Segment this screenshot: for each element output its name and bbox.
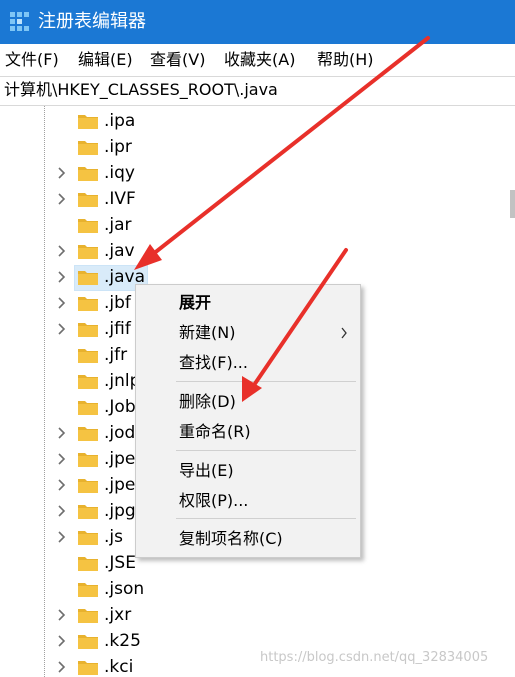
context-menu-separator: [176, 450, 356, 451]
tree-item[interactable]: .jar: [0, 212, 515, 238]
tree-item-label: .jod: [104, 423, 136, 443]
menu-bar: 文件(F) 编辑(E) 查看(V) 收藏夹(A) 帮助(H): [0, 44, 515, 76]
context-menu-separator: [176, 518, 356, 519]
folder-icon: [78, 193, 98, 207]
tree-item-label: .jfif: [104, 319, 131, 339]
folder-icon: [78, 323, 98, 337]
chevron-right-icon[interactable]: [56, 426, 68, 440]
menu-view[interactable]: 查看(V): [150, 50, 205, 70]
folder-icon: [78, 479, 98, 493]
tree-item-label: .json: [104, 579, 145, 599]
tree-item-label: .jbf: [104, 293, 131, 313]
chevron-right-icon[interactable]: [56, 634, 68, 648]
tree-item-label: .Job: [104, 397, 136, 417]
tree-item-label: .jfr: [104, 345, 128, 365]
tree-item-label: .jar: [104, 215, 132, 235]
watermark: https://blog.csdn.net/qq_32834005: [260, 650, 489, 665]
context-menu: 展开新建(N) 查找(F)... 删除(D) 重命名(R) 导出(E) 权限(P)... 复…: [135, 284, 361, 558]
folder-icon: [78, 245, 98, 259]
tree-item[interactable]: .iqy: [0, 160, 515, 186]
folder-icon: [78, 427, 98, 441]
context-menu-item[interactable]: 删除(D): [136, 388, 360, 416]
folder-icon: [78, 401, 98, 415]
tree-item[interactable]: .json: [0, 576, 515, 602]
chevron-right-icon[interactable]: [56, 530, 68, 544]
context-menu-item-label: 删除(D): [179, 392, 236, 411]
chevron-right-icon: [341, 327, 347, 339]
tree-item[interactable]: .jav: [0, 238, 515, 264]
tree-item-label: .jpe: [104, 449, 136, 469]
tree-item[interactable]: .ipa: [0, 108, 515, 134]
tree-item[interactable]: .ipr: [0, 134, 515, 160]
folder-icon: [78, 167, 98, 181]
folder-icon: [78, 375, 98, 389]
chevron-right-icon[interactable]: [56, 270, 68, 284]
context-menu-item-label: 新建(N): [179, 323, 236, 342]
context-menu-item[interactable]: 查找(F)...: [136, 349, 360, 377]
folder-icon: [78, 609, 98, 623]
tree-item-label: .jxr: [104, 605, 132, 625]
tree-item-label: .jav: [104, 241, 135, 261]
context-menu-separator: [176, 381, 356, 382]
folder-icon: [78, 115, 98, 129]
context-menu-item-label: 展开: [179, 293, 212, 312]
address-path[interactable]: 计算机\HKEY_CLASSES_ROOT\.java: [4, 80, 278, 100]
title-bar: 注册表编辑器: [0, 0, 515, 44]
tree-item-label: .k25: [104, 631, 141, 651]
folder-icon: [78, 141, 98, 155]
chevron-right-icon[interactable]: [56, 452, 68, 466]
folder-icon: [78, 505, 98, 519]
context-menu-item-label: 权限(P)...: [179, 491, 249, 510]
chevron-right-icon[interactable]: [56, 660, 68, 674]
tree-item-label: .JSE: [104, 553, 136, 573]
folder-icon: [78, 583, 98, 597]
tree-item-label: .IVF: [104, 189, 136, 209]
folder-icon: [78, 531, 98, 545]
chevron-right-icon[interactable]: [56, 478, 68, 492]
folder-icon: [78, 271, 98, 285]
tree-item-label: .js: [104, 527, 123, 547]
context-menu-item[interactable]: 权限(P)...: [136, 487, 360, 515]
context-menu-item[interactable]: 新建(N): [136, 319, 360, 347]
context-menu-item[interactable]: 展开: [136, 289, 360, 317]
chevron-right-icon[interactable]: [56, 192, 68, 206]
tree-item-label: .ipa: [104, 111, 136, 131]
tree-item[interactable]: .IVF: [0, 186, 515, 212]
menu-favorites[interactable]: 收藏夹(A): [224, 50, 295, 70]
folder-icon: [78, 349, 98, 363]
context-menu-item[interactable]: 复制项名称(C): [136, 525, 360, 553]
context-menu-item[interactable]: 导出(E): [136, 457, 360, 485]
folder-icon: [78, 219, 98, 233]
folder-icon: [78, 297, 98, 311]
chevron-right-icon[interactable]: [56, 296, 68, 310]
chevron-right-icon[interactable]: [56, 504, 68, 518]
folder-icon: [78, 453, 98, 467]
tree-item-label: .kci: [104, 657, 134, 677]
scrollbar-thumb[interactable]: [510, 190, 515, 218]
tree-item[interactable]: .jxr: [0, 602, 515, 628]
chevron-right-icon[interactable]: [56, 608, 68, 622]
context-menu-item-label: 导出(E): [179, 461, 234, 480]
tree-item-label: .ipr: [104, 137, 132, 157]
context-menu-item-label: 重命名(R): [179, 422, 251, 441]
folder-icon: [78, 557, 98, 571]
chevron-right-icon[interactable]: [56, 244, 68, 258]
folder-icon: [78, 635, 98, 649]
tree-item-label: .jpg: [104, 501, 136, 521]
context-menu-item-label: 查找(F)...: [179, 353, 248, 372]
menu-file[interactable]: 文件(F): [5, 50, 59, 70]
tree-item-label: .iqy: [104, 163, 135, 183]
chevron-right-icon[interactable]: [56, 166, 68, 180]
menu-edit[interactable]: 编辑(E): [78, 50, 133, 70]
menu-help[interactable]: 帮助(H): [317, 50, 374, 70]
context-menu-item-label: 复制项名称(C): [179, 529, 283, 548]
chevron-right-icon[interactable]: [56, 322, 68, 336]
address-bar[interactable]: 计算机\HKEY_CLASSES_ROOT\.java: [0, 76, 515, 106]
context-menu-item[interactable]: 重命名(R): [136, 418, 360, 446]
folder-icon: [78, 661, 98, 675]
window-title: 注册表编辑器: [38, 11, 146, 32]
registry-editor-icon: [10, 12, 29, 31]
tree-item-label: .jpe: [104, 475, 136, 495]
